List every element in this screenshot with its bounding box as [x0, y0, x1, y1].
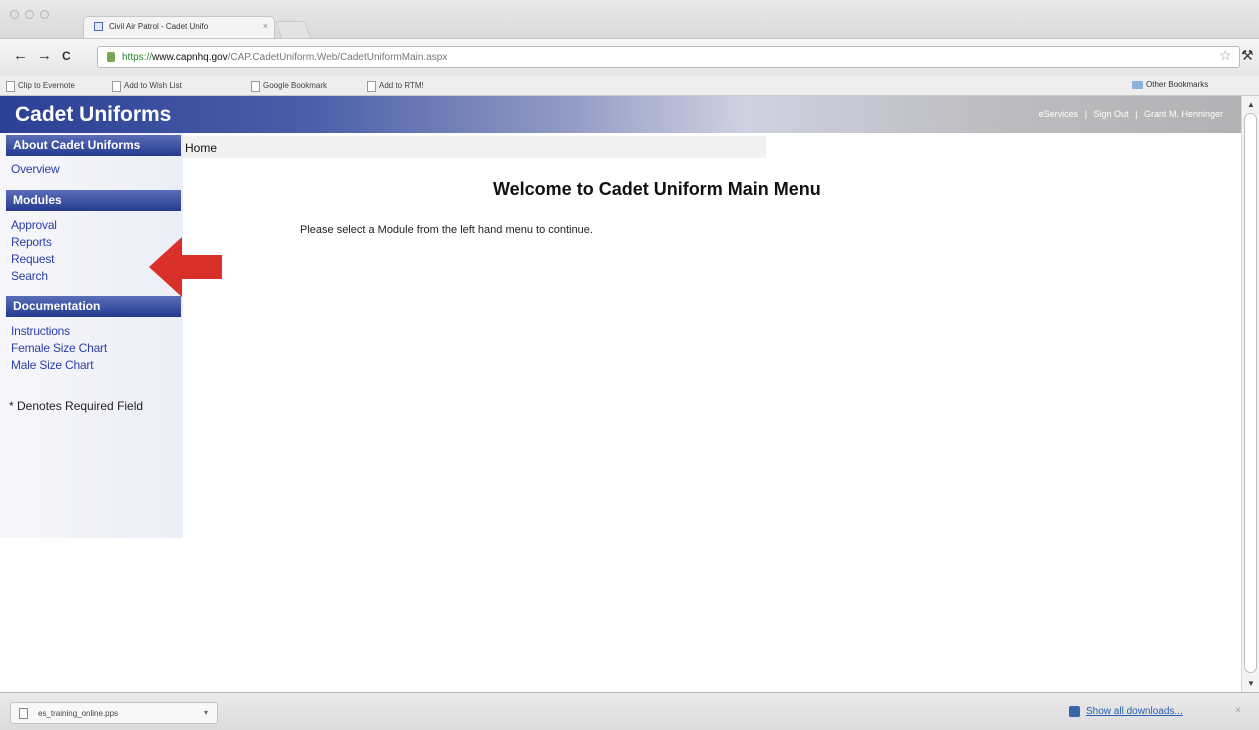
- browser-window: Civil Air Patrol - Cadet Unifo × ← → C h…: [0, 0, 1259, 730]
- sign-out-link[interactable]: Sign Out: [1094, 109, 1129, 119]
- url-host: www.capnhq.gov: [152, 52, 228, 63]
- url-path: /CAP.CadetUniform.Web/CadetUniformMain.a…: [227, 52, 448, 63]
- downloads-icon: [1069, 706, 1080, 717]
- bookmark-add-to-wish-list[interactable]: Add to Wish List: [112, 81, 182, 92]
- back-arrow-icon[interactable]: ←: [13, 47, 28, 64]
- site-title: Cadet Uniforms: [15, 103, 172, 126]
- user-links: eServices | Sign Out | Grant M. Henninge…: [1037, 109, 1225, 119]
- sidebar-link-overview[interactable]: Overview: [11, 162, 60, 176]
- close-window-button[interactable]: [10, 10, 19, 19]
- zoom-window-button[interactable]: [40, 10, 49, 19]
- user-name: Grant M. Henninger: [1143, 109, 1223, 119]
- scroll-up-icon[interactable]: ▲: [1247, 100, 1255, 109]
- sidebar-link-instructions[interactable]: Instructions: [11, 324, 70, 338]
- required-field-note: * Denotes Required Field: [9, 399, 144, 413]
- bookmark-google-bookmark[interactable]: Google Bookmark: [251, 81, 327, 92]
- about-header: About Cadet Uniforms: [6, 135, 181, 156]
- download-shelf: es_training_online.pps ▾ Show all downlo…: [0, 692, 1259, 730]
- bookmark-add-to-rtm[interactable]: Add to RTM!: [367, 81, 424, 92]
- scroll-down-icon[interactable]: ▼: [1247, 679, 1255, 688]
- site-banner: Cadet Uniforms eServices | Sign Out | Gr…: [0, 96, 1241, 133]
- address-bar[interactable]: https://www.capnhq.gov/CAP.CadetUniform.…: [97, 46, 1240, 68]
- separator: |: [1135, 109, 1138, 119]
- download-item[interactable]: es_training_online.pps ▾: [10, 702, 218, 724]
- sidebar-link-request[interactable]: Request: [11, 252, 54, 266]
- file-icon: [19, 708, 28, 719]
- bookmarks-bar: Clip to Evernote Add to Wish List Google…: [0, 76, 1259, 96]
- new-tab-button[interactable]: [274, 21, 312, 38]
- sidebar-link-male-size-chart[interactable]: Male Size Chart: [11, 358, 94, 372]
- page-title: Welcome to Cadet Uniform Main Menu: [493, 179, 821, 199]
- bookmark-star-icon[interactable]: ☆: [1219, 47, 1232, 64]
- tab-cadet-uniforms[interactable]: Civil Air Patrol - Cadet Unifo ×: [83, 16, 275, 38]
- close-shelf-icon[interactable]: ×: [1235, 705, 1241, 716]
- bookmark-clip-to-evernote[interactable]: Clip to Evernote: [6, 81, 75, 92]
- download-menu-icon[interactable]: ▾: [204, 708, 208, 717]
- modules-header: Modules: [6, 190, 181, 211]
- show-all-downloads-link[interactable]: Show all downloads...: [1069, 706, 1183, 717]
- sidebar-link-reports[interactable]: Reports: [11, 235, 52, 249]
- forward-arrow-icon[interactable]: →: [37, 47, 52, 64]
- red-arrow-icon: [149, 237, 222, 297]
- documentation-header: Documentation: [6, 296, 181, 317]
- tab-close-icon[interactable]: ×: [263, 21, 268, 31]
- sidebar-link-approval[interactable]: Approval: [11, 218, 57, 232]
- cap-favicon-icon: [94, 22, 103, 31]
- separator: |: [1084, 109, 1088, 119]
- other-bookmarks-folder[interactable]: Other Bookmarks: [1132, 80, 1208, 89]
- sidebar-link-search[interactable]: Search: [11, 269, 48, 283]
- reload-icon[interactable]: C: [62, 49, 71, 63]
- eservices-link[interactable]: eServices: [1039, 109, 1079, 119]
- url-scheme: https://: [122, 52, 153, 63]
- lock-icon: [107, 52, 115, 62]
- download-filename: es_training_online.pps: [38, 709, 119, 718]
- minimize-window-button[interactable]: [25, 10, 34, 19]
- tab-title: Civil Air Patrol - Cadet Unifo: [109, 22, 209, 31]
- breadcrumb: Home: [183, 136, 766, 158]
- page-viewport: Cadet Uniforms eServices | Sign Out | Gr…: [0, 96, 1259, 692]
- scrollbar-thumb[interactable]: [1244, 113, 1257, 673]
- sidebar-link-female-size-chart[interactable]: Female Size Chart: [11, 341, 107, 355]
- tab-strip: Civil Air Patrol - Cadet Unifo ×: [0, 0, 1259, 38]
- sidebar: About Cadet Uniforms Overview Modules Ap…: [0, 133, 183, 538]
- show-all-label: Show all downloads...: [1086, 706, 1183, 717]
- wrench-menu-icon[interactable]: ⚒: [1241, 47, 1254, 64]
- vertical-scrollbar[interactable]: ▲ ▼: [1241, 96, 1259, 692]
- browser-toolbar: ← → C https://www.capnhq.gov/CAP.CadetUn…: [0, 38, 1259, 76]
- instruction-text: Please select a Module from the left han…: [300, 224, 593, 236]
